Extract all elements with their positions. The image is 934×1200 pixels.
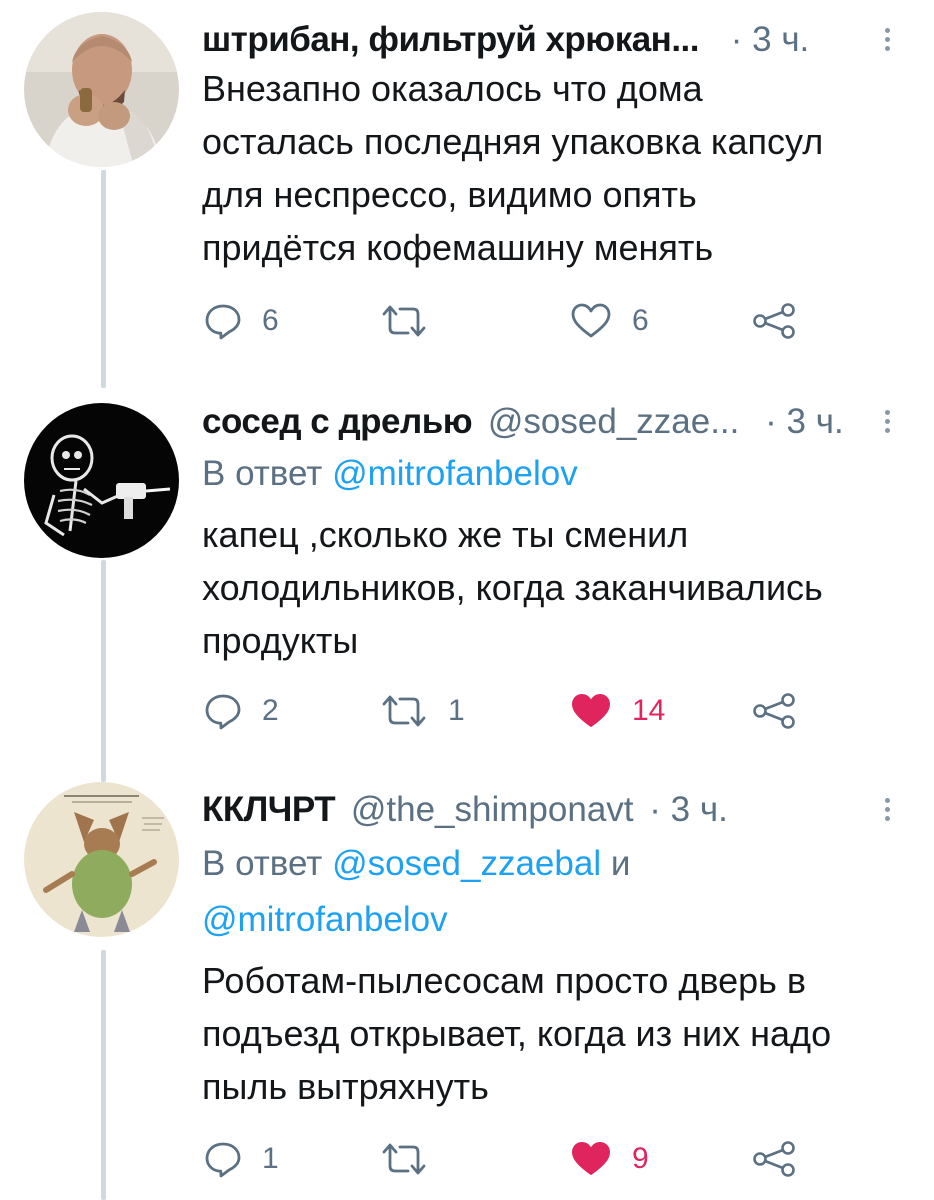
retweet-icon bbox=[380, 692, 428, 730]
share-icon bbox=[752, 302, 796, 340]
retweet-button[interactable]: 1 bbox=[380, 688, 465, 734]
reply-count: 6 bbox=[262, 304, 279, 337]
display-name[interactable]: штрибан, фильтруй хрюкан... bbox=[202, 20, 700, 59]
user-handle[interactable]: @the_shimponavt bbox=[351, 790, 634, 829]
user-avatar-man-drinking[interactable] bbox=[24, 12, 179, 167]
share-button[interactable] bbox=[752, 688, 796, 734]
tweet-text-line: осталась последняя упаковка капсул bbox=[202, 121, 824, 162]
tweet-text: Роботам-пылесосам просто дверь в подъезд… bbox=[202, 954, 914, 1113]
display-name[interactable]: сосед с дрелью bbox=[202, 402, 473, 441]
timestamp[interactable]: 3 ч. bbox=[671, 790, 728, 829]
mention-link[interactable]: @mitrofanbelov bbox=[202, 900, 448, 939]
tweet[interactable]: штрибан, фильтруй хрюкан... · 3 ч. Внеза… bbox=[0, 0, 934, 385]
user-avatar-skeleton-drill[interactable] bbox=[24, 403, 179, 558]
retweet-icon bbox=[380, 302, 428, 340]
reply-count: 2 bbox=[262, 694, 279, 727]
tweet-actions: 6 6 bbox=[202, 298, 822, 344]
display-name[interactable]: ККЛЧРТ bbox=[202, 790, 336, 829]
user-avatar-vintage-creature[interactable] bbox=[24, 782, 179, 937]
retweet-icon bbox=[380, 1140, 428, 1178]
tweet-text-line: холодильников, когда заканчивались bbox=[202, 567, 823, 608]
tweet-header: сосед с дрелью @sosed_zzae... · 3 ч. bbox=[202, 402, 904, 442]
timestamp[interactable]: 3 ч. bbox=[787, 402, 844, 441]
heart-filled-icon bbox=[570, 1140, 612, 1178]
tweet-header: ККЛЧРТ @the_shimponavt · 3 ч. bbox=[202, 790, 904, 830]
mention-link[interactable]: @mitrofanbelov bbox=[332, 454, 578, 493]
separator-dot: · bbox=[649, 790, 661, 829]
user-handle[interactable]: @sosed_zzae... bbox=[488, 402, 740, 441]
timestamp[interactable]: 3 ч. bbox=[752, 20, 809, 59]
mention-link[interactable]: @sosed_zzaebal bbox=[332, 844, 601, 883]
tweet-text-line: подъезд открывает, когда из них надо bbox=[202, 1013, 832, 1054]
reply-context: В ответ @mitrofanbelov bbox=[202, 446, 904, 502]
tweet-text-line: для неспрессо, видимо опять bbox=[202, 174, 697, 215]
like-count: 9 bbox=[632, 1142, 649, 1175]
separator-dot: · bbox=[730, 20, 743, 59]
tweet[interactable]: ККЛЧРТ @the_shimponavt · 3 ч. В ответ @s… bbox=[0, 780, 934, 1200]
retweet-count: 1 bbox=[448, 694, 465, 727]
reply-icon bbox=[204, 1140, 242, 1178]
tweet[interactable]: сосед с дрелью @sosed_zzae... · 3 ч. В о… bbox=[0, 388, 934, 780]
reply-prefix: В ответ bbox=[202, 454, 323, 493]
separator-dot: · bbox=[765, 402, 777, 441]
reply-button[interactable]: 6 bbox=[204, 298, 279, 344]
reply-context: В ответ @sosed_zzaebal и @mitrofanbelov bbox=[202, 836, 904, 948]
tweet-actions: 2 1 14 bbox=[202, 688, 822, 734]
heart-filled-icon bbox=[570, 692, 612, 730]
tweet-actions: 1 9 bbox=[202, 1136, 822, 1182]
retweet-button[interactable] bbox=[380, 1136, 448, 1182]
share-icon bbox=[752, 1140, 796, 1178]
like-count: 6 bbox=[632, 304, 649, 337]
tweet-text-line: пыль вытряхнуть bbox=[202, 1066, 489, 1107]
like-count: 14 bbox=[632, 694, 666, 727]
reply-count: 1 bbox=[262, 1142, 279, 1175]
tweet-text: капец ,сколько же ты сменил холодильнико… bbox=[202, 508, 914, 667]
reply-icon bbox=[204, 692, 242, 730]
reply-prefix: В ответ bbox=[202, 844, 323, 883]
like-button[interactable]: 14 bbox=[570, 688, 665, 734]
tweet-text-line: капец ,сколько же ты сменил bbox=[202, 514, 689, 555]
like-button[interactable]: 6 bbox=[570, 298, 649, 344]
tweet-text-line: продукты bbox=[202, 620, 359, 661]
share-button[interactable] bbox=[752, 298, 796, 344]
reply-button[interactable]: 2 bbox=[204, 688, 279, 734]
retweet-button[interactable] bbox=[380, 298, 448, 344]
heart-outline-icon bbox=[570, 302, 612, 340]
tweet-text-line: Роботам-пылесосам просто дверь в bbox=[202, 960, 807, 1001]
tweet-text: Внезапно оказалось что дома осталась пос… bbox=[202, 62, 914, 274]
more-options-icon[interactable] bbox=[882, 406, 892, 440]
share-button[interactable] bbox=[752, 1136, 796, 1182]
like-button[interactable]: 9 bbox=[570, 1136, 649, 1182]
reply-conjunction: и bbox=[610, 844, 631, 883]
reply-icon bbox=[204, 302, 242, 340]
tweet-header: штрибан, фильтруй хрюкан... · 3 ч. bbox=[202, 20, 904, 60]
share-icon bbox=[752, 692, 796, 730]
tweet-text-line: Внезапно оказалось что дома bbox=[202, 68, 703, 109]
reply-button[interactable]: 1 bbox=[204, 1136, 279, 1182]
more-options-icon[interactable] bbox=[882, 24, 892, 58]
more-options-icon[interactable] bbox=[882, 794, 892, 828]
tweet-text-line: придётся кофемашину менять bbox=[202, 227, 714, 268]
